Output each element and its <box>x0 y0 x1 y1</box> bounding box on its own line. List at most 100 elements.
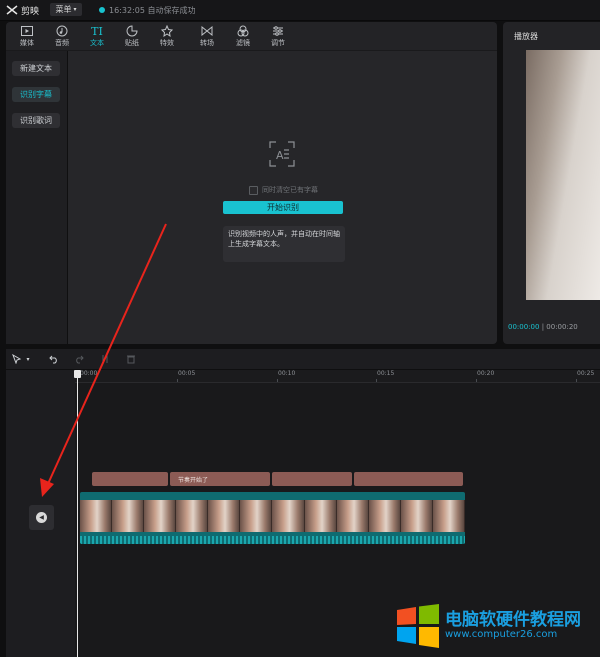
tab-transition-label: 转场 <box>200 39 214 47</box>
sticker-icon <box>126 25 138 37</box>
app-name: 剪映 <box>21 6 40 17</box>
subtitle-clip-text: 节奏开始了 <box>178 476 209 484</box>
menu-button[interactable]: 菜单 ▾ <box>50 3 82 16</box>
sidebar-item-label: 识别歌词 <box>20 116 52 125</box>
tab-filter-label: 滤镜 <box>236 39 250 47</box>
auto-caption-icon: A <box>268 140 296 168</box>
audio-waveform <box>80 536 465 544</box>
video-thumbnail <box>400 500 433 532</box>
tab-text-label: 文本 <box>90 39 104 47</box>
ruler-tick <box>576 379 577 382</box>
player-timecode: 00:00:00 | 00:00:20 <box>508 323 578 331</box>
subtitle-clip[interactable]: 节奏开始了 <box>170 472 270 486</box>
ruler-label: 00:05 <box>178 370 196 377</box>
sidebar-item-label: 新建文本 <box>20 64 52 73</box>
undo-icon[interactable] <box>47 352 61 366</box>
sidebar-item-recognize-subtitles[interactable]: 识别字幕 <box>12 87 60 102</box>
svg-text:A: A <box>276 149 284 162</box>
effects-icon <box>161 25 173 37</box>
video-thumbnail <box>176 500 209 532</box>
menu-button-label: 菜单 <box>55 5 72 14</box>
tab-filter[interactable]: 滤镜 <box>228 24 258 49</box>
tab-effects[interactable]: 特效 <box>152 24 182 49</box>
tab-media[interactable]: 媒体 <box>12 24 42 49</box>
watermark-url: www.computer26.com <box>445 629 558 640</box>
player-title: 播放器 <box>514 32 538 41</box>
recognition-tip-text: 识别视频中的人声，并自动在时间轴上生成字幕文本。 <box>228 230 340 248</box>
video-clip[interactable] <box>80 492 465 544</box>
select-cursor-icon[interactable] <box>10 352 24 366</box>
transition-icon <box>201 26 213 36</box>
watermark-title: 电脑软硬件教程网 <box>445 610 581 630</box>
sidebar-item-recognize-lyrics[interactable]: 识别歌词 <box>12 113 60 128</box>
video-thumbnail <box>432 500 465 532</box>
recognition-panel <box>68 51 497 344</box>
clear-existing-label: 同时清空已有字幕 <box>262 186 318 194</box>
media-icon <box>21 26 33 36</box>
clear-existing-checkbox[interactable] <box>249 185 258 195</box>
sidebar-item-new-text[interactable]: 新建文本 <box>12 61 60 76</box>
video-thumbnail <box>240 500 273 532</box>
autosave-text: 16:32:05 自动保存成功 <box>109 5 196 15</box>
video-preview[interactable] <box>526 50 600 300</box>
app-logo: 剪映 <box>6 3 39 17</box>
chevron-down-icon[interactable]: ▾ <box>24 352 32 366</box>
video-thumbnail <box>208 500 241 532</box>
clear-existing-option[interactable]: 同时清空已有字幕 <box>249 185 318 195</box>
playhead-handle[interactable] <box>74 370 81 378</box>
tab-adjust-label: 调节 <box>271 39 285 47</box>
windows-logo-icon <box>397 604 439 648</box>
current-time: 00:00:00 <box>508 323 540 331</box>
delete-icon[interactable] <box>124 352 138 366</box>
video-thumbnail <box>112 500 145 532</box>
subtitle-clip[interactable] <box>272 472 352 486</box>
video-thumbnails <box>80 500 465 532</box>
ruler-tick <box>476 379 477 382</box>
video-thumbnail <box>336 500 369 532</box>
tab-effects-label: 特效 <box>160 39 174 47</box>
video-thumbnail <box>80 500 113 532</box>
tab-sticker-label: 贴纸 <box>125 39 139 47</box>
text-sidebar: 新建文本 识别字幕 识别歌词 <box>6 51 67 344</box>
split-icon[interactable] <box>98 352 112 366</box>
video-thumbnail <box>272 500 305 532</box>
watermark: 电脑软硬件教程网 www.computer26.com <box>395 604 581 648</box>
ruler-label: 00:10 <box>278 370 296 377</box>
audio-icon <box>56 25 68 37</box>
video-thumbnail <box>304 500 337 532</box>
ruler-label: 00:15 <box>377 370 395 377</box>
ruler-label: 00:20 <box>477 370 495 377</box>
timeline-ruler[interactable]: 00:00 00:05 00:10 00:15 00:20 00:25 <box>75 370 600 383</box>
media-toolbar: 媒体 音频 TI 文本 贴纸 特效 转场 滤镜 调节 <box>6 22 497 51</box>
tab-text[interactable]: TI 文本 <box>82 24 112 49</box>
ruler-label: 00:25 <box>577 370 595 377</box>
tab-adjust[interactable]: 调节 <box>263 24 293 49</box>
start-recognition-button[interactable]: 开始识别 <box>223 201 343 214</box>
ruler-label: 00:00 <box>80 370 98 377</box>
sidebar-item-label: 识别字幕 <box>20 90 52 99</box>
ruler-tick <box>277 379 278 382</box>
playhead-line[interactable] <box>77 370 78 657</box>
subtitle-track: 节奏开始了 <box>92 472 463 486</box>
redo-icon[interactable] <box>72 352 86 366</box>
recognition-tip: 识别视频中的人声，并自动在时间轴上生成字幕文本。 <box>223 226 345 262</box>
watermark-text: 电脑软硬件教程网 www.computer26.com <box>445 611 581 641</box>
capcut-logo-icon <box>6 5 18 15</box>
mute-audio-button[interactable]: ◀ <box>29 505 54 530</box>
ruler-tick <box>376 379 377 382</box>
video-thumbnail <box>368 500 401 532</box>
tab-sticker[interactable]: 贴纸 <box>117 24 147 49</box>
speaker-icon: ◀ <box>36 512 47 523</box>
ruler-tick <box>177 379 178 382</box>
adjust-icon <box>273 26 283 36</box>
tab-audio[interactable]: 音频 <box>47 24 77 49</box>
timeline-toolbar: ▾ <box>6 349 600 369</box>
status-dot <box>99 7 105 13</box>
subtitle-clip[interactable] <box>92 472 168 486</box>
start-recognition-label: 开始识别 <box>267 203 299 212</box>
text-icon: TI <box>91 24 103 38</box>
tab-audio-label: 音频 <box>55 39 69 47</box>
subtitle-clip[interactable] <box>354 472 463 486</box>
tab-transition[interactable]: 转场 <box>192 24 222 49</box>
total-time: 00:00:20 <box>546 323 578 331</box>
